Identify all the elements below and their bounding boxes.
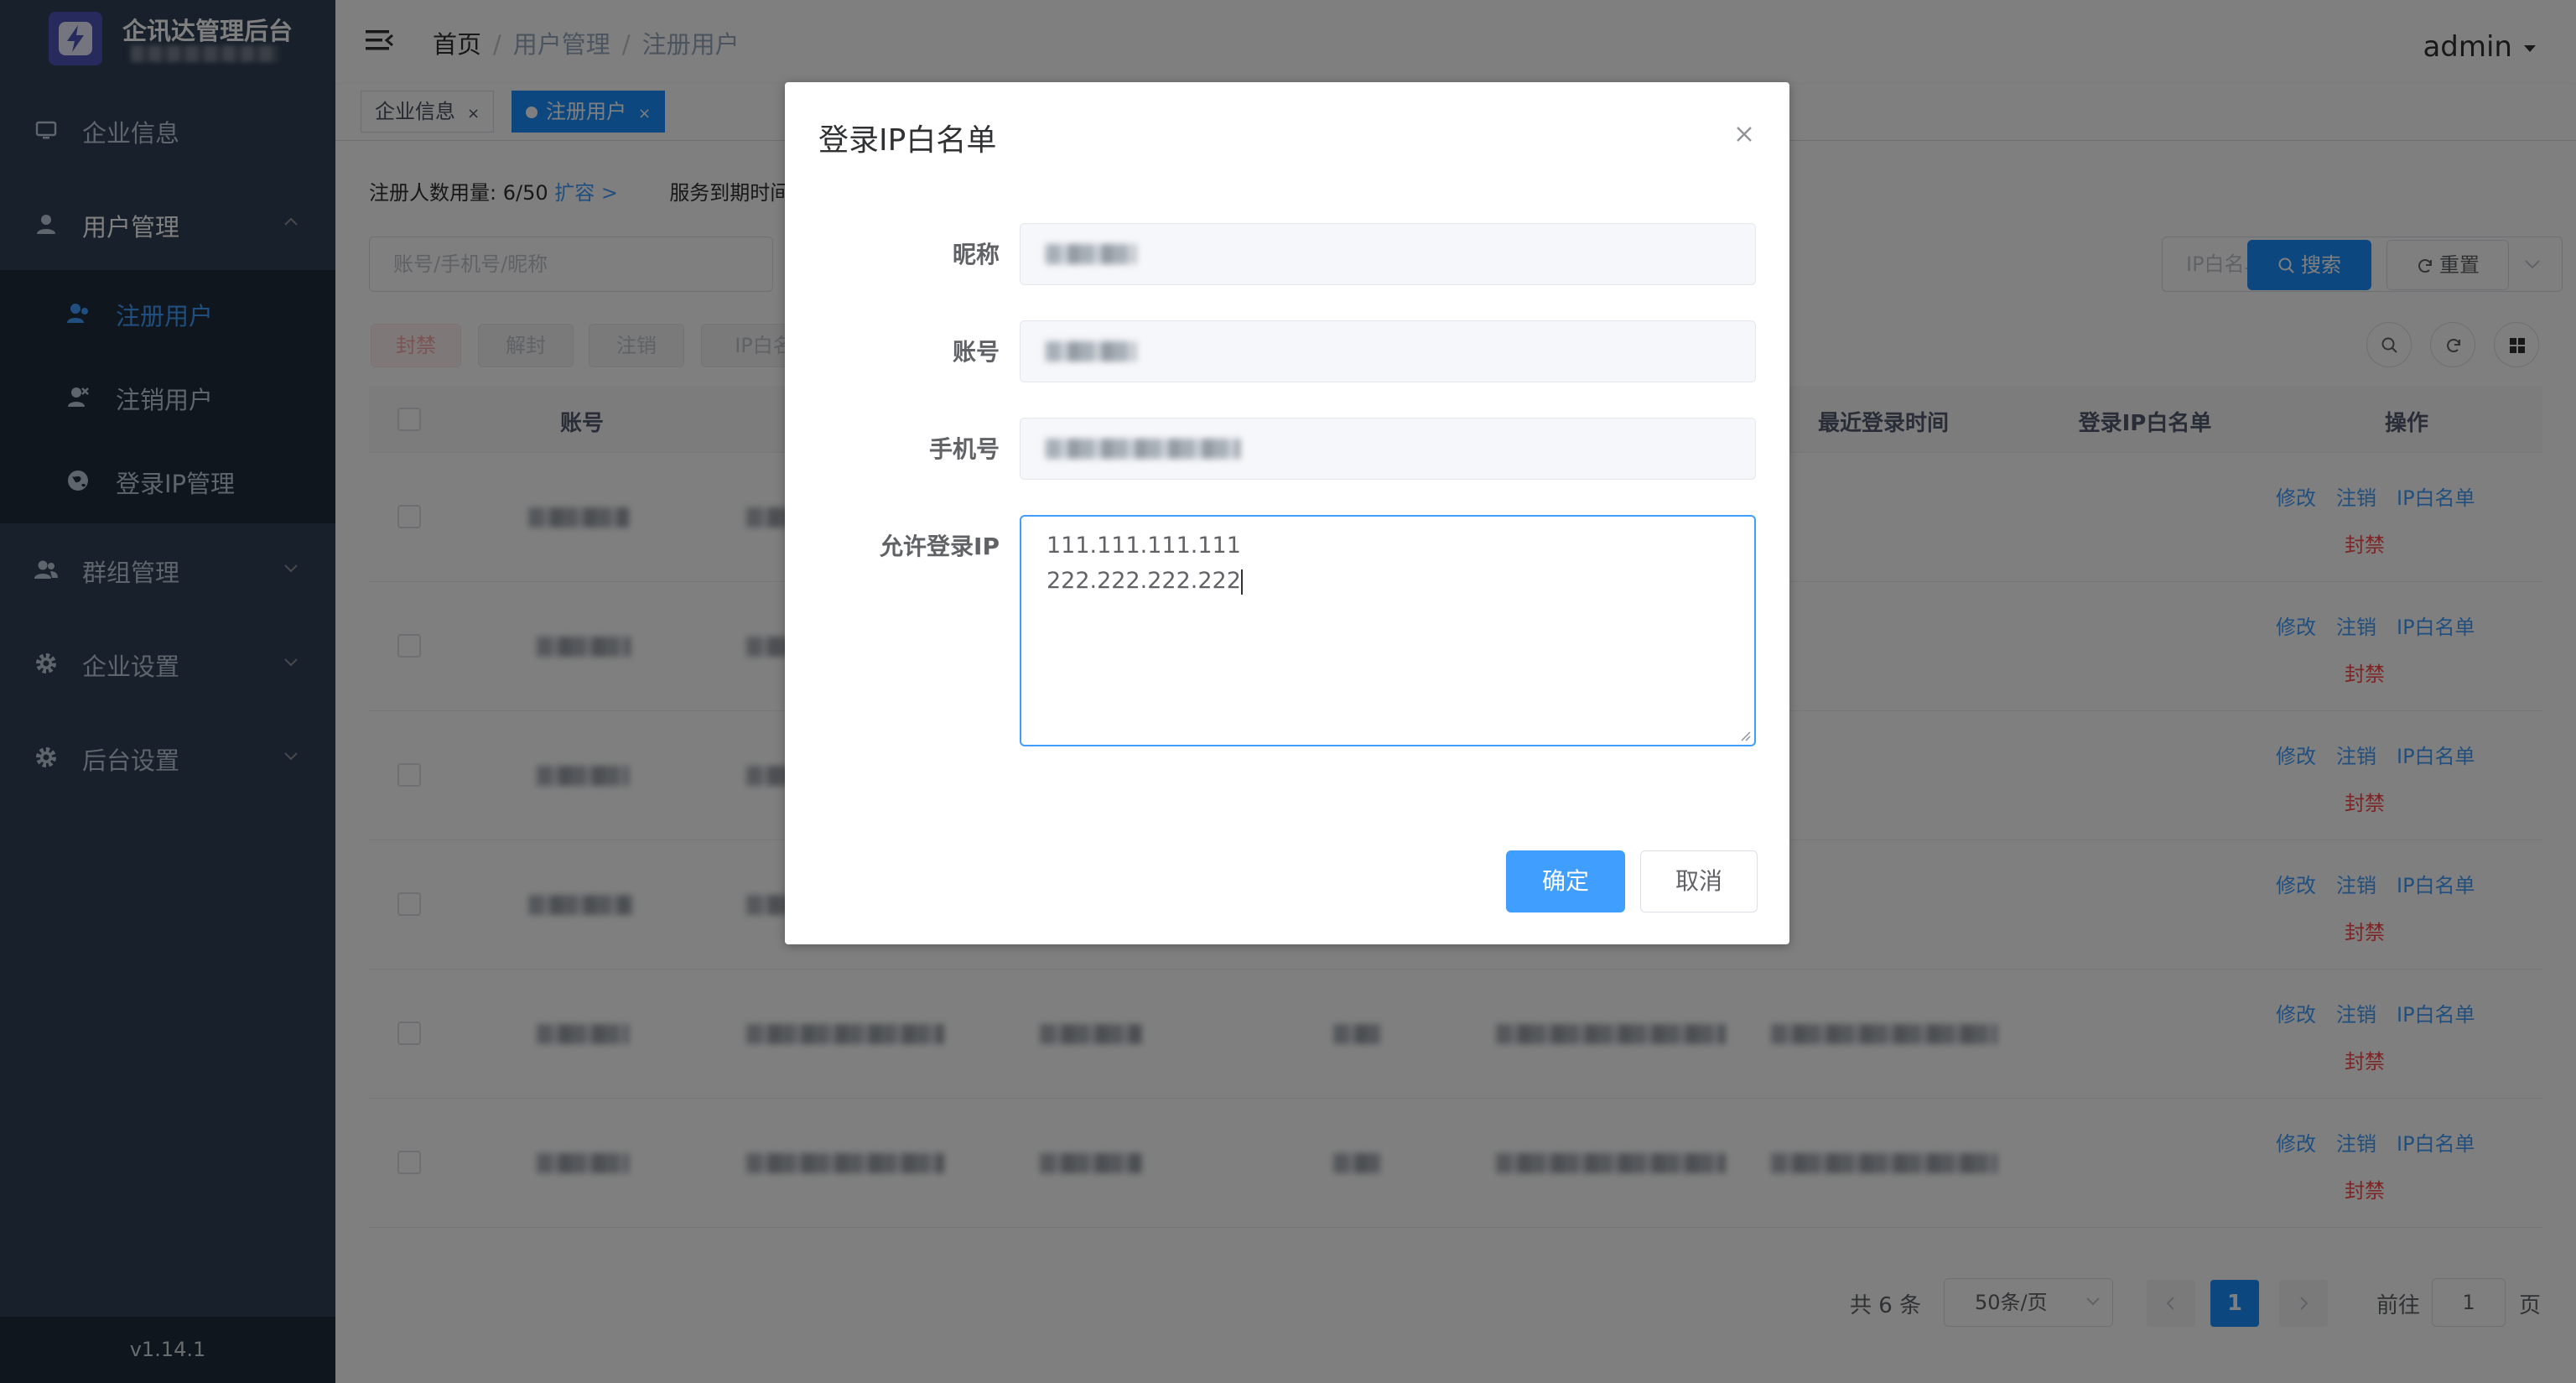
nickname-field	[1020, 223, 1756, 285]
redacted-value	[1046, 341, 1136, 361]
nickname-label: 昵称	[952, 241, 1000, 268]
ip-line: 222.222.222.222	[1046, 568, 1241, 594]
ip-whitelist-dialog: 登录IP白名单 昵称 账号 手机号 允许登录IP 111.111.111.111…	[785, 82, 1789, 944]
redacted-value	[1046, 439, 1240, 459]
allowed-ip-textarea[interactable]: 111.111.111.111 222.222.222.222	[1020, 515, 1756, 746]
close-icon[interactable]	[1732, 122, 1756, 146]
dialog-title: 登录IP白名单	[818, 123, 997, 158]
redacted-value	[1046, 244, 1136, 264]
allowed-ip-label: 允许登录IP	[880, 533, 1000, 560]
cancel-button[interactable]: 取消	[1640, 850, 1758, 912]
phone-label: 手机号	[928, 435, 1000, 463]
text-cursor	[1240, 569, 1243, 595]
resize-handle-icon[interactable]	[1737, 728, 1751, 741]
phone-field	[1020, 418, 1756, 480]
confirm-button[interactable]: 确定	[1506, 850, 1625, 912]
account-label: 账号	[952, 338, 1000, 366]
ip-line: 111.111.111.111	[1046, 533, 1241, 559]
account-field	[1020, 320, 1756, 382]
ip-line-with-caret: 222.222.222.222	[1046, 564, 1729, 599]
